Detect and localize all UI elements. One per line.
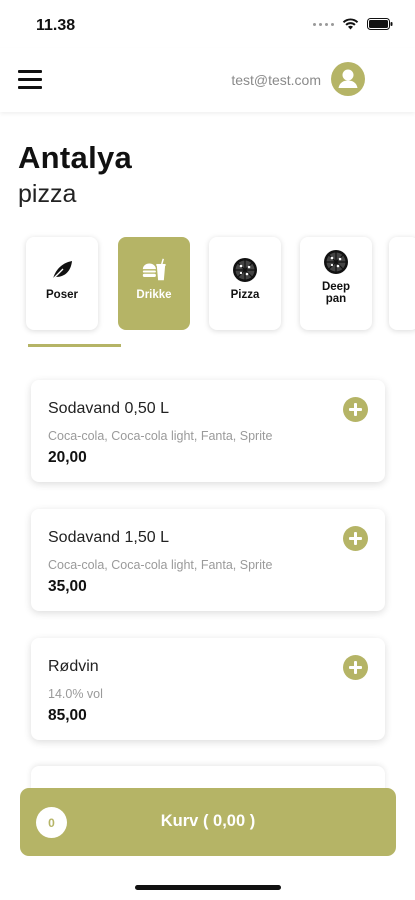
signal-dots-icon [313,22,334,26]
user-email: test@test.com [231,72,321,88]
add-to-cart-plus-icon[interactable] [343,397,368,422]
product-description: Coca-cola, Coca-cola light, Fanta, Sprit… [48,429,273,443]
restaurant-name: Antalya [18,140,133,175]
category-label: Drikke [136,289,172,301]
app-header: test@test.com [0,48,415,112]
status-bar: 11.38 [0,0,415,48]
category-deep-pan[interactable]: Deep pan [300,237,372,330]
add-to-cart-plus-icon[interactable] [343,526,368,551]
product-name: Sodavand 0,50 L [48,400,169,417]
home-indicator[interactable] [135,885,281,890]
product-card[interactable]: Sodavand 1,50 L Coca-cola, Coca-cola lig… [31,509,385,611]
wifi-icon [342,18,359,30]
category-poser[interactable]: Poser [26,237,98,330]
product-price: 20,00 [48,449,87,466]
category-pizza[interactable]: Pizza [209,237,281,330]
add-to-cart-plus-icon[interactable] [343,655,368,680]
category-label: Deep pan [321,281,351,305]
cart-label: Kurv ( 0,00 ) [160,812,256,830]
category-drikke[interactable]: Drikke [118,237,190,330]
category-carousel[interactable]: Poser Drikke Pizza Deep pan [0,237,415,337]
product-price: 35,00 [48,578,87,595]
category-label: Pizza [230,289,260,301]
pizza-icon [323,249,349,275]
product-description: Coca-cola, Coca-cola light, Fanta, Sprit… [48,558,273,572]
status-icons [313,18,393,30]
leaf-icon [49,257,75,283]
burger-drink-icon [141,257,167,283]
product-description: 14.0% vol [48,687,103,701]
hamburger-menu-icon[interactable] [18,70,42,89]
product-name: Sodavand 1,50 L [48,529,169,546]
product-card[interactable]: Rødvin 14.0% vol 85,00 [31,638,385,740]
restaurant-subtitle: pizza [18,180,77,208]
product-price: 85,00 [48,707,87,724]
category-next-partial[interactable] [389,237,415,330]
product-card[interactable]: Sodavand 0,50 L Coca-cola, Coca-cola lig… [31,380,385,482]
user-avatar-icon[interactable] [331,62,365,96]
category-label: Poser [46,289,78,301]
active-category-indicator [28,344,121,347]
pizza-icon [232,257,258,283]
battery-icon [367,18,393,30]
status-time: 11.38 [36,17,76,34]
cart-button[interactable]: 0 Kurv ( 0,00 ) [20,788,396,856]
product-name: Rødvin [48,658,99,675]
